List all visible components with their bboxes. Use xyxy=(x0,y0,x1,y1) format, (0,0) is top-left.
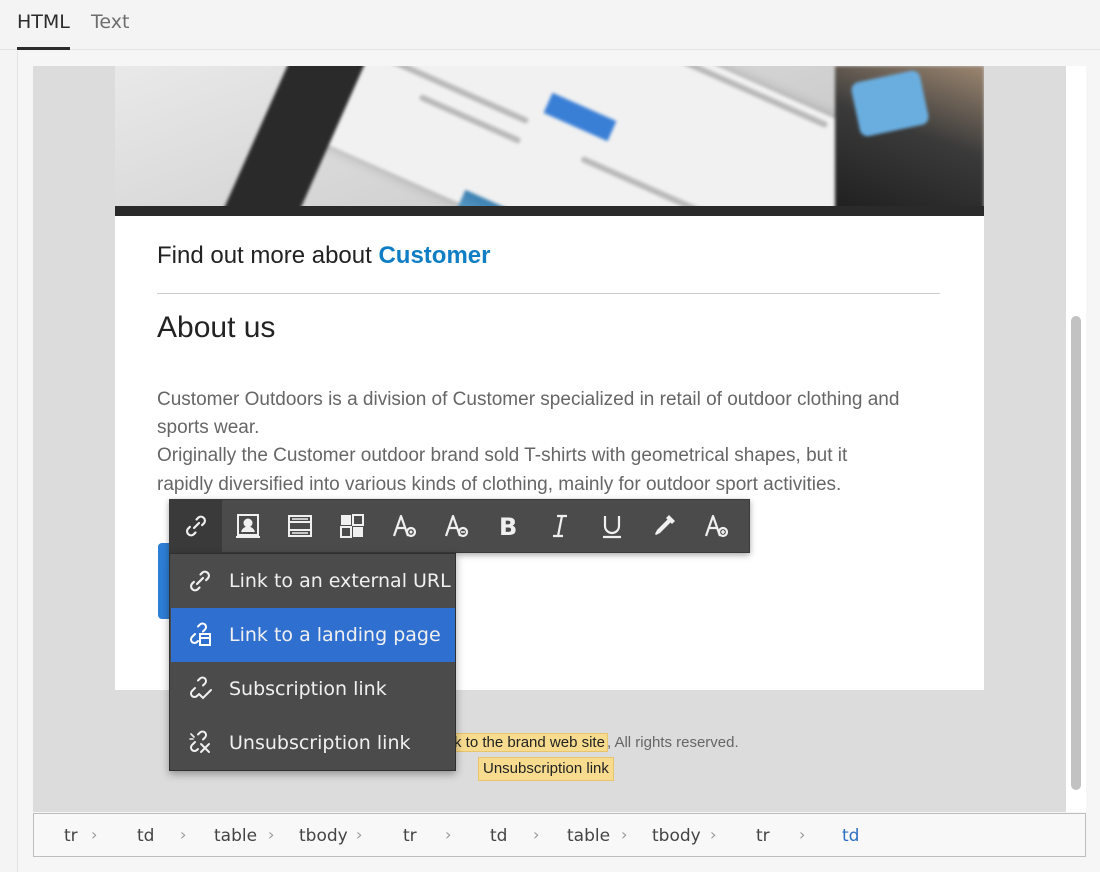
chevron-right-icon: › xyxy=(533,825,540,844)
link-button[interactable] xyxy=(170,500,222,552)
font-icon xyxy=(392,514,417,538)
hero-bottom-edge xyxy=(115,206,984,216)
editor-tabbar: HTML Text xyxy=(0,0,1100,50)
chevron-right-icon: › xyxy=(710,825,717,844)
link-type-menu: Link to an external URL Link to a landin… xyxy=(169,553,456,771)
breadcrumb-item[interactable]: td xyxy=(490,826,507,846)
tab-html-label: HTML xyxy=(17,11,70,33)
chevron-right-icon: › xyxy=(180,825,187,844)
svg-text:B: B xyxy=(499,513,517,540)
menu-item-label: Subscription link xyxy=(229,678,387,700)
footer-text[interactable]: k to the brand web site, All rights rese… xyxy=(451,733,739,752)
menu-item-landing-page[interactable]: Link to a landing page xyxy=(171,608,455,662)
menu-item-label: Link to an external URL xyxy=(229,570,451,592)
menu-item-external-url[interactable]: Link to an external URL xyxy=(171,554,455,608)
link-icon xyxy=(186,515,206,537)
text-style-icon xyxy=(704,514,729,538)
divider xyxy=(157,293,940,294)
breadcrumb-item[interactable]: tbody xyxy=(299,826,348,846)
find-more-heading[interactable]: Find out more about Customer xyxy=(157,242,491,270)
bold-button[interactable]: B xyxy=(482,500,534,552)
tab-html[interactable]: HTML xyxy=(17,10,70,50)
link-icon xyxy=(171,567,229,595)
breadcrumb-item[interactable]: table xyxy=(567,826,610,846)
menu-item-label: Link to a landing page xyxy=(229,624,441,646)
chevron-right-icon: › xyxy=(356,825,363,844)
breadcrumb-item[interactable]: table xyxy=(214,826,257,846)
font-button[interactable] xyxy=(378,500,430,552)
paragraph-line[interactable]: rapidly diversified into various kinds o… xyxy=(157,471,841,499)
subscription-link-icon xyxy=(171,675,229,703)
chevron-right-icon: › xyxy=(799,825,806,844)
tab-text-label: Text xyxy=(91,11,130,33)
fragment-button[interactable] xyxy=(326,500,378,552)
breadcrumb-item[interactable]: tr xyxy=(403,826,417,846)
formatting-toolbar: B xyxy=(169,499,750,553)
content-block-icon xyxy=(288,515,312,537)
breadcrumb-item-current[interactable]: td xyxy=(842,826,859,846)
paragraph-line[interactable]: Customer Outdoors is a division of Custo… xyxy=(157,386,899,414)
font-options-icon xyxy=(444,514,469,538)
bold-icon: B xyxy=(499,513,517,540)
color-picker-button[interactable] xyxy=(638,500,690,552)
hero-image[interactable] xyxy=(115,66,984,216)
personalization-icon xyxy=(236,514,260,538)
italic-button[interactable] xyxy=(534,500,586,552)
content-block-button[interactable] xyxy=(274,500,326,552)
text-style-button[interactable] xyxy=(690,500,742,552)
fragment-icon xyxy=(340,514,364,538)
italic-icon xyxy=(553,514,567,538)
breadcrumb-item[interactable]: tr xyxy=(64,826,78,846)
chevron-right-icon: › xyxy=(445,825,452,844)
menu-item-label: Unsubscription link xyxy=(229,732,411,754)
eyedropper-icon xyxy=(655,515,675,535)
unsubscription-link-icon xyxy=(171,729,229,757)
landing-page-link-icon xyxy=(171,621,229,649)
chevron-right-icon: › xyxy=(268,825,275,844)
menu-item-subscription[interactable]: Subscription link xyxy=(171,662,455,716)
unsubscription-link[interactable]: Unsubscription link xyxy=(478,757,614,781)
breadcrumb-item[interactable]: td xyxy=(137,826,154,846)
paragraph-line[interactable]: Originally the Customer outdoor brand so… xyxy=(157,442,847,470)
brand-site-link[interactable]: k to the brand web site xyxy=(451,733,608,752)
menu-item-unsubscription[interactable]: Unsubscription link xyxy=(171,716,455,770)
scrollbar-thumb[interactable] xyxy=(1071,316,1081,790)
personalization-button[interactable] xyxy=(222,500,274,552)
footer-rights: , All rights reserved. xyxy=(606,734,739,751)
breadcrumb-item[interactable]: tr xyxy=(756,826,770,846)
paragraph-line[interactable]: sports wear. xyxy=(157,414,259,442)
underline-icon xyxy=(603,516,621,539)
underline-button[interactable] xyxy=(586,500,638,552)
font-options-button[interactable] xyxy=(430,500,482,552)
find-more-brand: Customer xyxy=(378,242,491,269)
breadcrumb: tr › td › table › tbody › tr › td › tabl… xyxy=(33,813,1086,857)
find-more-prefix: Find out more about xyxy=(157,242,379,269)
chevron-right-icon: › xyxy=(621,825,628,844)
tab-text[interactable]: Text xyxy=(91,10,129,50)
about-heading[interactable]: About us xyxy=(157,311,275,345)
breadcrumb-item[interactable]: tbody xyxy=(652,826,701,846)
chevron-right-icon: › xyxy=(91,825,98,844)
